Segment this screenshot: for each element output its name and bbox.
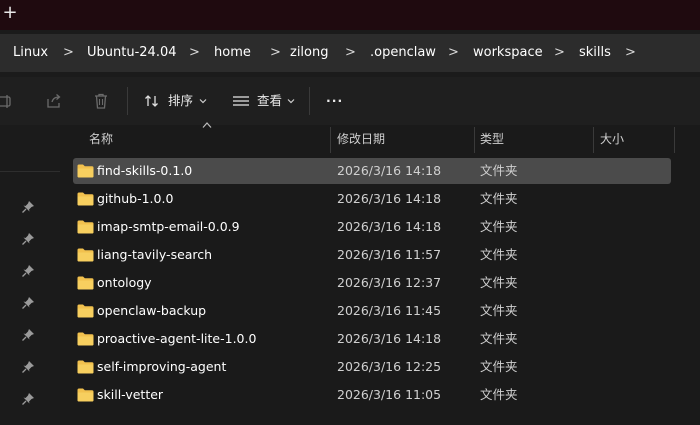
column-header: 名称 修改日期 类型 大小 [60, 122, 700, 153]
file-name: imap-smtp-email-0.0.9 [97, 219, 240, 234]
chevron-right-icon[interactable]: > [448, 34, 459, 72]
tab-strip: + [0, 0, 700, 30]
file-type: 文件夹 [480, 359, 518, 374]
file-name: self-improving-agent [97, 359, 227, 374]
share-icon[interactable] [44, 91, 64, 111]
folder-icon [77, 276, 94, 290]
file-row[interactable]: find-skills-0.1.0 2026/3/16 14:18 文件夹 [73, 158, 671, 184]
column-name[interactable]: 名称 [89, 125, 113, 153]
pin-icon[interactable] [20, 263, 36, 279]
file-modified: 2026/3/16 12:37 [337, 275, 442, 290]
file-type: 文件夹 [480, 163, 518, 178]
sort-label: 排序 [168, 93, 194, 108]
chevron-right-icon[interactable]: > [63, 34, 74, 72]
file-row[interactable]: self-improving-agent 2026/3/16 12:25 文件夹 [73, 354, 671, 380]
file-modified: 2026/3/16 14:18 [337, 191, 442, 206]
folder-icon [77, 388, 94, 402]
breadcrumb[interactable]: Linux > Ubuntu-24.04 > home > zilong > .… [0, 34, 700, 72]
folder-icon [77, 360, 94, 374]
view-icon [233, 96, 249, 106]
pin-icon[interactable] [20, 391, 36, 407]
breadcrumb-zilong[interactable]: zilong [290, 34, 329, 72]
file-type: 文件夹 [480, 387, 518, 402]
chevron-right-icon[interactable]: > [189, 34, 200, 72]
file-name: openclaw-backup [97, 303, 207, 318]
chevron-down-icon [199, 99, 207, 104]
folder-icon [77, 192, 94, 206]
folder-icon [77, 220, 94, 234]
delete-icon[interactable] [91, 91, 111, 111]
file-name: liang-tavily-search [97, 247, 213, 262]
column-type[interactable]: 类型 [480, 125, 504, 153]
breadcrumb-ubuntu[interactable]: Ubuntu-24.04 [87, 34, 177, 72]
chevron-right-icon[interactable]: > [554, 34, 565, 72]
file-type: 文件夹 [480, 191, 518, 206]
file-modified: 2026/3/16 11:05 [337, 387, 442, 402]
file-type: 文件夹 [480, 303, 518, 318]
file-name: ontology [97, 275, 152, 290]
chevron-right-icon[interactable]: > [270, 34, 281, 72]
column-divider[interactable] [593, 127, 594, 153]
pin-icon[interactable] [20, 231, 36, 247]
toolbar-divider [127, 87, 128, 115]
toolbar-divider [309, 87, 310, 115]
folder-icon [77, 332, 94, 346]
new-tab-button[interactable]: + [0, 2, 20, 26]
file-modified: 2026/3/16 11:45 [337, 303, 442, 318]
file-name: github-1.0.0 [97, 191, 174, 206]
breadcrumb-skills[interactable]: skills [579, 34, 611, 72]
column-divider[interactable] [674, 127, 675, 153]
file-row[interactable]: github-1.0.0 2026/3/16 14:18 文件夹 [73, 186, 671, 212]
command-bar: 排序 查看 ··· [0, 77, 700, 125]
view-label: 查看 [257, 93, 283, 108]
rename-icon[interactable] [0, 91, 14, 111]
file-row[interactable]: imap-smtp-email-0.0.9 2026/3/16 14:18 文件夹 [73, 214, 671, 240]
breadcrumb-linux[interactable]: Linux [13, 34, 48, 72]
nav-divider [0, 171, 60, 172]
file-row[interactable]: liang-tavily-search 2026/3/16 11:57 文件夹 [73, 242, 671, 268]
file-modified: 2026/3/16 12:25 [337, 359, 442, 374]
breadcrumb-openclaw[interactable]: .openclaw [370, 34, 436, 72]
file-modified: 2026/3/16 11:57 [337, 247, 442, 262]
file-name: proactive-agent-lite-1.0.0 [97, 331, 257, 346]
file-name: skill-vetter [97, 387, 164, 402]
navigation-pane [0, 125, 60, 425]
chevron-down-icon [287, 99, 295, 104]
file-modified: 2026/3/16 14:18 [337, 331, 442, 346]
file-type: 文件夹 [480, 219, 518, 234]
column-divider[interactable] [474, 127, 475, 153]
file-row[interactable]: skill-vetter 2026/3/16 11:05 文件夹 [73, 382, 671, 408]
pin-icon[interactable] [20, 327, 36, 343]
more-options-button[interactable]: ··· [326, 89, 343, 113]
chevron-right-icon[interactable]: > [345, 34, 356, 72]
folder-icon [77, 164, 94, 178]
pin-icon[interactable] [20, 199, 36, 215]
column-modified[interactable]: 修改日期 [337, 125, 385, 153]
file-row[interactable]: proactive-agent-lite-1.0.0 2026/3/16 14:1… [73, 326, 671, 352]
file-row[interactable]: ontology 2026/3/16 12:37 文件夹 [73, 270, 671, 296]
sort-icon [145, 95, 158, 107]
file-type: 文件夹 [480, 247, 518, 262]
breadcrumb-workspace[interactable]: workspace [473, 34, 543, 72]
pin-icon[interactable] [20, 359, 36, 375]
file-modified: 2026/3/16 14:18 [337, 163, 442, 178]
file-list: 名称 修改日期 类型 大小 find-skills-0.1.0 2026/3/16… [60, 122, 700, 425]
pin-icon[interactable] [20, 295, 36, 311]
file-row[interactable]: openclaw-backup 2026/3/16 11:45 文件夹 [73, 298, 671, 324]
sort-ascending-icon [202, 122, 212, 128]
chevron-right-icon[interactable]: > [625, 34, 636, 72]
file-type: 文件夹 [480, 275, 518, 290]
file-modified: 2026/3/16 14:18 [337, 219, 442, 234]
breadcrumb-home[interactable]: home [214, 34, 251, 72]
file-type: 文件夹 [480, 331, 518, 346]
folder-icon [77, 304, 94, 318]
column-size[interactable]: 大小 [600, 125, 624, 153]
file-name: find-skills-0.1.0 [97, 163, 193, 178]
folder-icon [77, 248, 94, 262]
column-divider[interactable] [330, 127, 331, 153]
